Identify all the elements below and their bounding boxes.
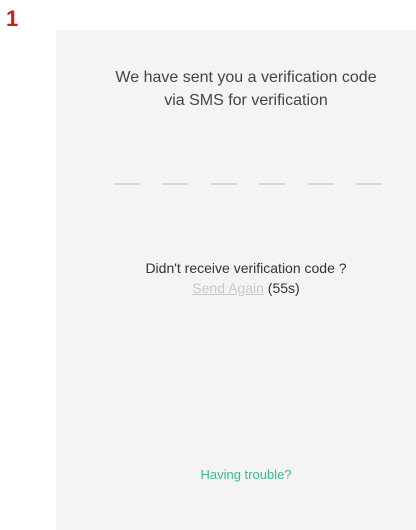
resend-section: Didn't receive verification code ? Send … [56, 258, 416, 298]
verification-message-line-2: via SMS for verification [164, 92, 328, 109]
having-trouble-link[interactable]: Having trouble? [56, 466, 416, 484]
verification-screen: We have sent you a verification code via… [56, 30, 416, 530]
resend-row: Send Again (55s) [56, 278, 416, 298]
code-digit-slot-2[interactable] [162, 183, 189, 185]
code-digit-slot-3[interactable] [210, 183, 237, 185]
resend-countdown: (55s) [267, 280, 300, 296]
verification-code-input[interactable] [114, 183, 382, 185]
verification-message: We have sent you a verification code via… [56, 66, 416, 112]
code-digit-slot-6[interactable] [355, 183, 382, 185]
code-digit-slot-4[interactable] [259, 183, 286, 185]
verification-message-line-1: We have sent you a verification code [115, 69, 377, 86]
send-again-link[interactable]: Send Again [192, 280, 264, 296]
step-number-label: 1 [6, 6, 19, 31]
code-digit-slot-5[interactable] [307, 183, 334, 185]
resend-prompt: Didn't receive verification code ? [145, 260, 347, 276]
code-digit-slot-1[interactable] [114, 183, 140, 185]
